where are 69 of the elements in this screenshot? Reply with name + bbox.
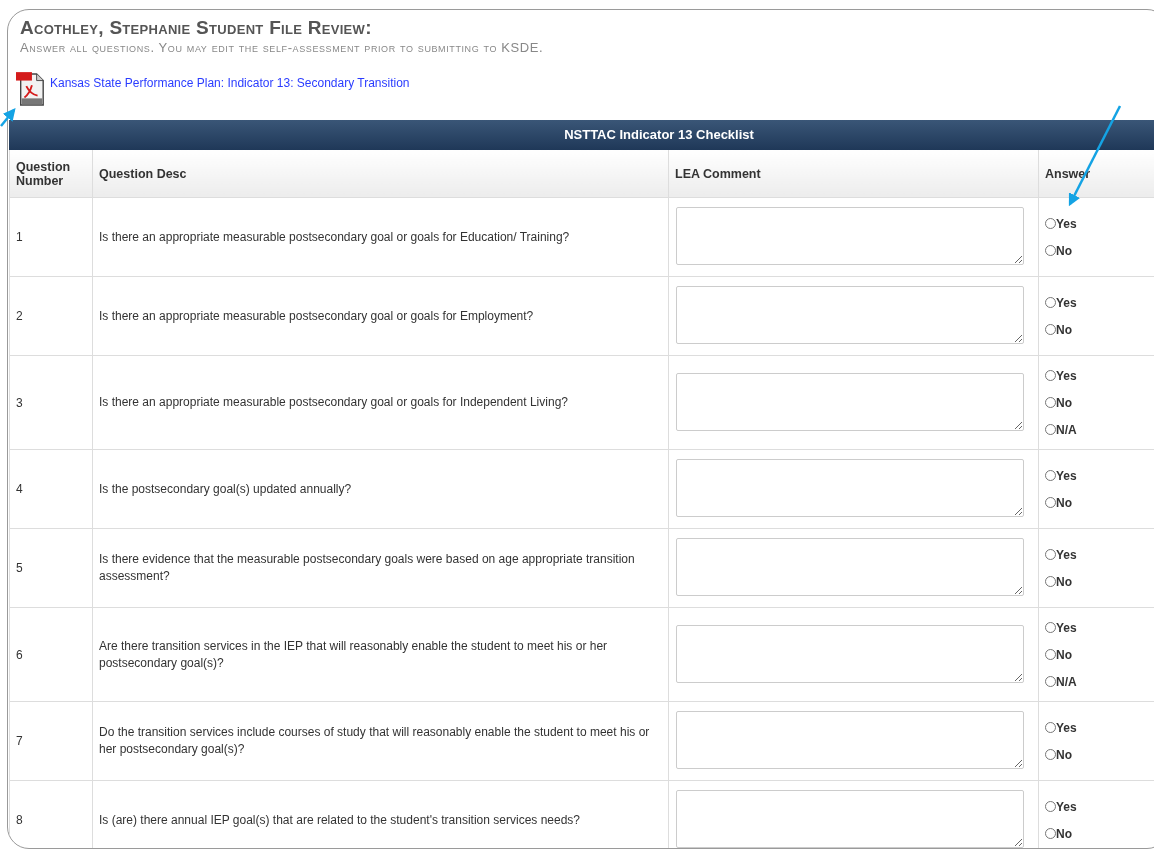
question-text: Is there an appropriate measurable postsecondary goal or goals for Employment? <box>99 308 534 323</box>
option-label: Yes <box>1056 468 1077 483</box>
option-label: N/A <box>1056 422 1077 437</box>
radio-button[interactable] <box>1045 622 1056 633</box>
page-title: Acothley, Stephanie Student File Review: <box>20 16 373 40</box>
option-label: No <box>1056 395 1072 410</box>
radio-button[interactable] <box>1045 722 1056 733</box>
option-label: No <box>1056 243 1072 258</box>
radio-button[interactable] <box>1045 370 1056 381</box>
radio-button[interactable] <box>1045 749 1056 760</box>
comment-field[interactable] <box>676 538 1024 596</box>
option-label: No <box>1056 647 1072 662</box>
question-number: 4 <box>16 482 23 496</box>
option-label: N/A <box>1056 674 1077 689</box>
option-label: No <box>1056 747 1072 762</box>
question-text: Is there an appropriate measurable postsecondary goal or goals for Education/ Training? <box>99 229 570 244</box>
instructions-text: Answer all questions. You may edit the self-assessment prior to submitting to KSDE. <box>20 40 545 56</box>
question-text: Are there transition services in the IEP that will reasonably enable the student to meet his or her postsecondary goal(s)? <box>99 638 608 670</box>
comment-field[interactable] <box>676 459 1024 517</box>
option-label: Yes <box>1056 799 1077 814</box>
radio-button[interactable] <box>1045 828 1056 839</box>
option-label: Yes <box>1056 720 1077 735</box>
document-link[interactable]: Kansas State Performance Plan: Indicator 13: Secondary Transition <box>50 76 410 90</box>
table-title-bar: NSTTAC Indicator 13 Checklist <box>9 120 1154 150</box>
radio-button[interactable] <box>1045 324 1056 335</box>
question-number: 2 <box>16 309 23 323</box>
radio-button[interactable] <box>1045 801 1056 812</box>
radio-button[interactable] <box>1045 470 1056 481</box>
comment-field[interactable] <box>676 286 1024 344</box>
radio-button[interactable] <box>1045 576 1056 587</box>
question-number: 5 <box>16 561 23 575</box>
comment-field[interactable] <box>676 372 1024 431</box>
question-text: Do the transition services include courses of study that will reasonably enable the student to meet his or her postsecondary goal(s)? <box>99 725 650 756</box>
question-number: 8 <box>16 813 23 827</box>
question-number: 7 <box>16 734 23 748</box>
radio-button[interactable] <box>1045 297 1056 308</box>
question-text: Is (are) there annual IEP goal(s) that are related to the student's transition services needs? <box>99 812 580 827</box>
option-label: No <box>1056 322 1072 337</box>
column-header: Question Number <box>16 159 71 188</box>
question-number: 6 <box>16 647 23 662</box>
option-label: No <box>1056 574 1072 589</box>
question-text: Is there evidence that the measurable postsecondary goals were based on age appropriate transition assessment? <box>99 552 635 583</box>
annotation-arrow <box>0 108 16 127</box>
column-header: LEA Comment <box>675 166 761 181</box>
question-number: 1 <box>16 230 23 244</box>
radio-button[interactable] <box>1045 649 1056 660</box>
pdf-file-icon <box>16 71 46 107</box>
radio-button[interactable] <box>1045 245 1056 256</box>
option-label: No <box>1056 826 1072 841</box>
radio-button[interactable] <box>1045 397 1056 408</box>
comment-field[interactable] <box>676 711 1024 769</box>
radio-button[interactable] <box>1045 218 1056 229</box>
comment-field[interactable] <box>676 790 1024 848</box>
comment-field[interactable] <box>676 207 1024 265</box>
column-header: Question Desc <box>99 166 187 181</box>
option-label: Yes <box>1056 547 1077 562</box>
radio-button[interactable] <box>1045 549 1056 560</box>
option-label: Yes <box>1056 295 1077 310</box>
option-label: Yes <box>1056 216 1077 231</box>
question-text: Is there an appropriate measurable postsecondary goal or goals for Independent Living? <box>99 395 568 409</box>
option-label: Yes <box>1056 620 1077 635</box>
option-label: No <box>1056 495 1072 510</box>
radio-button[interactable] <box>1045 497 1056 508</box>
radio-button[interactable] <box>1045 424 1056 435</box>
question-number: 3 <box>16 395 23 410</box>
comment-field[interactable] <box>676 624 1024 683</box>
question-text: Is the postsecondary goal(s) updated annually? <box>99 481 352 496</box>
option-label: Yes <box>1056 368 1077 383</box>
radio-button[interactable] <box>1045 676 1056 687</box>
